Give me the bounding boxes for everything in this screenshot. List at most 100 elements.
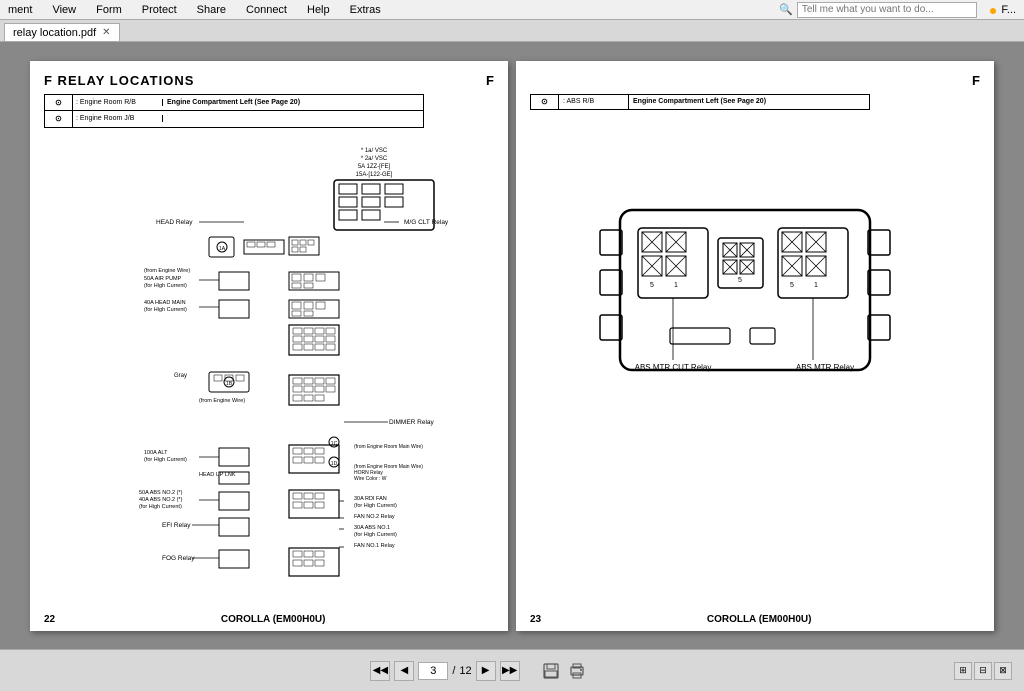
- resize-icon-2[interactable]: ⊟: [974, 662, 992, 680]
- page-number-input[interactable]: [418, 662, 448, 680]
- search-bar: 🔍: [779, 2, 977, 18]
- page-letter-right: F: [972, 73, 980, 88]
- abs-mtr-relay-label: ABS MTR Relay: [796, 363, 854, 372]
- svg-text:FAN NO.2 Relay: FAN NO.2 Relay: [354, 514, 395, 520]
- nav-prev-button[interactable]: ◀: [394, 661, 414, 681]
- nav-first-button[interactable]: ◀◀: [370, 661, 390, 681]
- page-model-left: COROLLA (EM00H0U): [221, 614, 326, 625]
- f-label: F...: [1001, 4, 1016, 16]
- svg-text:1C: 1C: [331, 441, 338, 447]
- svg-text:Gray: Gray: [174, 373, 187, 379]
- menu-ment[interactable]: ment: [4, 4, 36, 16]
- svg-text:1: 1: [674, 282, 678, 289]
- legend-symbol-2: ⊙: [45, 111, 73, 127]
- resize-icon-1[interactable]: ⊞: [954, 662, 972, 680]
- page-num-right: 23: [530, 614, 541, 625]
- main-area: F RELAY LOCATIONS F ⊙ : Engine Room R/B …: [0, 42, 1024, 649]
- page-num-left: 22: [44, 614, 55, 625]
- page-header-left: F RELAY LOCATIONS F: [44, 73, 494, 88]
- tab-close-icon[interactable]: ✕: [102, 27, 110, 38]
- menu-protect[interactable]: Protect: [138, 4, 181, 16]
- svg-text:* 1a/ VSC: * 1a/ VSC: [361, 148, 388, 154]
- svg-text:(for High Current): (for High Current): [144, 457, 187, 463]
- svg-text:30A ABS NO.1: 30A ABS NO.1: [354, 525, 390, 531]
- menu-bar: ment View Form Protect Share Connect Hel…: [0, 0, 1024, 20]
- diagram-svg-left: * 1a/ VSC * 2a/ VSC 5A 1ZZ-[FE] 15A-[122…: [44, 132, 494, 592]
- abs-symbol: ⊙: [531, 95, 559, 109]
- svg-text:5A 1ZZ-[FE]: 5A 1ZZ-[FE]: [358, 164, 391, 170]
- svg-text:(for High Current): (for High Current): [139, 504, 182, 510]
- nav-next-button[interactable]: ▶: [476, 661, 496, 681]
- legend-label-2: : Engine Room J/B: [73, 115, 163, 122]
- svg-text:(for High Current): (for High Current): [144, 283, 187, 289]
- tab-bar: relay location.pdf ✕: [0, 20, 1024, 42]
- diagram-area-right: 5 1 5: [530, 130, 980, 573]
- menu-connect[interactable]: Connect: [242, 4, 291, 16]
- svg-text:FOG Relay: FOG Relay: [162, 555, 195, 562]
- svg-text:(from Engine Room Main Wire): (from Engine Room Main Wire): [354, 444, 423, 450]
- svg-text:M/G CLT Relay: M/G CLT Relay: [404, 219, 449, 226]
- svg-text:(from Engine Wire): (from Engine Wire): [199, 398, 245, 404]
- menu-extras[interactable]: Extras: [346, 4, 385, 16]
- abs-label: : ABS R/B: [559, 95, 629, 109]
- svg-text:50A ABS NO.2 (*): 50A ABS NO.2 (*): [139, 490, 183, 496]
- search-icon: 🔍: [779, 3, 793, 16]
- save-to-folder-icon[interactable]: [540, 660, 562, 682]
- svg-text:30A RDI FAN: 30A RDI FAN: [354, 496, 387, 502]
- diagram-area-left: * 1a/ VSC * 2a/ VSC 5A 1ZZ-[FE] 15A-[122…: [44, 132, 494, 595]
- svg-text:40A ABS NO.2 (*): 40A ABS NO.2 (*): [139, 497, 183, 503]
- legend-row-1: ⊙ : Engine Room R/B Engine Compartment L…: [45, 95, 423, 111]
- page-title: F RELAY LOCATIONS: [44, 73, 194, 88]
- svg-text:(for High Current): (for High Current): [354, 503, 397, 509]
- search-input[interactable]: [797, 2, 977, 18]
- menu-form[interactable]: Form: [92, 4, 126, 16]
- svg-text:(for High Current): (for High Current): [354, 532, 397, 538]
- orange-circle-icon: ●: [989, 2, 997, 18]
- abs-legend-box: ⊙ : ABS R/B Engine Compartment Left (See…: [530, 94, 870, 110]
- svg-text:HEAD UP LNK: HEAD UP LNK: [199, 472, 236, 478]
- legend-label-1: : Engine Room R/B: [73, 99, 163, 106]
- svg-text:(for High Current): (for High Current): [144, 307, 187, 313]
- resize-icon-3[interactable]: ⊠: [994, 662, 1012, 680]
- nav-last-button[interactable]: ▶▶: [500, 661, 520, 681]
- svg-text:HEAD Relay: HEAD Relay: [156, 219, 193, 226]
- abs-desc: Engine Compartment Left (See Page 20): [629, 98, 869, 105]
- page-letter-left: F: [486, 73, 494, 88]
- pdf-page-right: F ⊙ : ABS R/B Engine Compartment Left (S…: [516, 61, 994, 631]
- page-model-right: COROLLA (EM00H0U): [707, 614, 812, 625]
- pdf-page-left: F RELAY LOCATIONS F ⊙ : Engine Room R/B …: [30, 61, 508, 631]
- svg-text:FAN NO.1 Relay: FAN NO.1 Relay: [354, 543, 395, 549]
- svg-text:Wire Color : W: Wire Color : W: [354, 476, 387, 482]
- svg-text:1A: 1A: [219, 246, 226, 252]
- bottom-toolbar: ◀◀ ◀ / 12 ▶ ▶▶ ⊞ ⊟ ⊠: [0, 649, 1024, 691]
- svg-text:5: 5: [790, 282, 794, 289]
- page-header-right: F: [530, 73, 980, 88]
- print-icon[interactable]: [566, 660, 588, 682]
- legend-row-2: ⊙ : Engine Room J/B: [45, 111, 423, 127]
- tab-label: relay location.pdf: [13, 27, 96, 39]
- svg-text:1D: 1D: [331, 461, 338, 467]
- svg-text:40A HEAD MAIN: 40A HEAD MAIN: [144, 300, 186, 306]
- svg-text:50A AIR PUMP: 50A AIR PUMP: [144, 276, 182, 282]
- page-separator: /: [452, 665, 455, 677]
- pdf-container: F RELAY LOCATIONS F ⊙ : Engine Room R/B …: [22, 56, 1002, 636]
- menu-right-icons: ● F...: [989, 2, 1016, 18]
- menu-share[interactable]: Share: [193, 4, 230, 16]
- legend-symbol-1: ⊙: [45, 95, 73, 110]
- svg-text:5: 5: [738, 277, 742, 284]
- svg-text:15A-[122-GE]: 15A-[122-GE]: [356, 172, 393, 178]
- svg-text:(from Engine Wire): (from Engine Wire): [144, 268, 190, 274]
- page-total: 12: [459, 665, 471, 677]
- svg-text:EFI Relay: EFI Relay: [162, 522, 191, 529]
- legend-box-left: ⊙ : Engine Room R/B Engine Compartment L…: [44, 94, 424, 128]
- menu-help[interactable]: Help: [303, 4, 334, 16]
- diagram-svg-right: 5 1 5: [530, 130, 960, 570]
- svg-text:1B: 1B: [226, 381, 233, 387]
- legend-desc-1: Engine Compartment Left (See Page 20): [163, 99, 423, 106]
- tab-relay-location[interactable]: relay location.pdf ✕: [4, 23, 120, 41]
- svg-text:1: 1: [814, 282, 818, 289]
- abs-mtr-cut-label: ABS MTR CUT Relay: [635, 363, 712, 372]
- menu-view[interactable]: View: [48, 4, 80, 16]
- svg-text:DIMMER Relay: DIMMER Relay: [389, 419, 435, 426]
- svg-text:5: 5: [650, 282, 654, 289]
